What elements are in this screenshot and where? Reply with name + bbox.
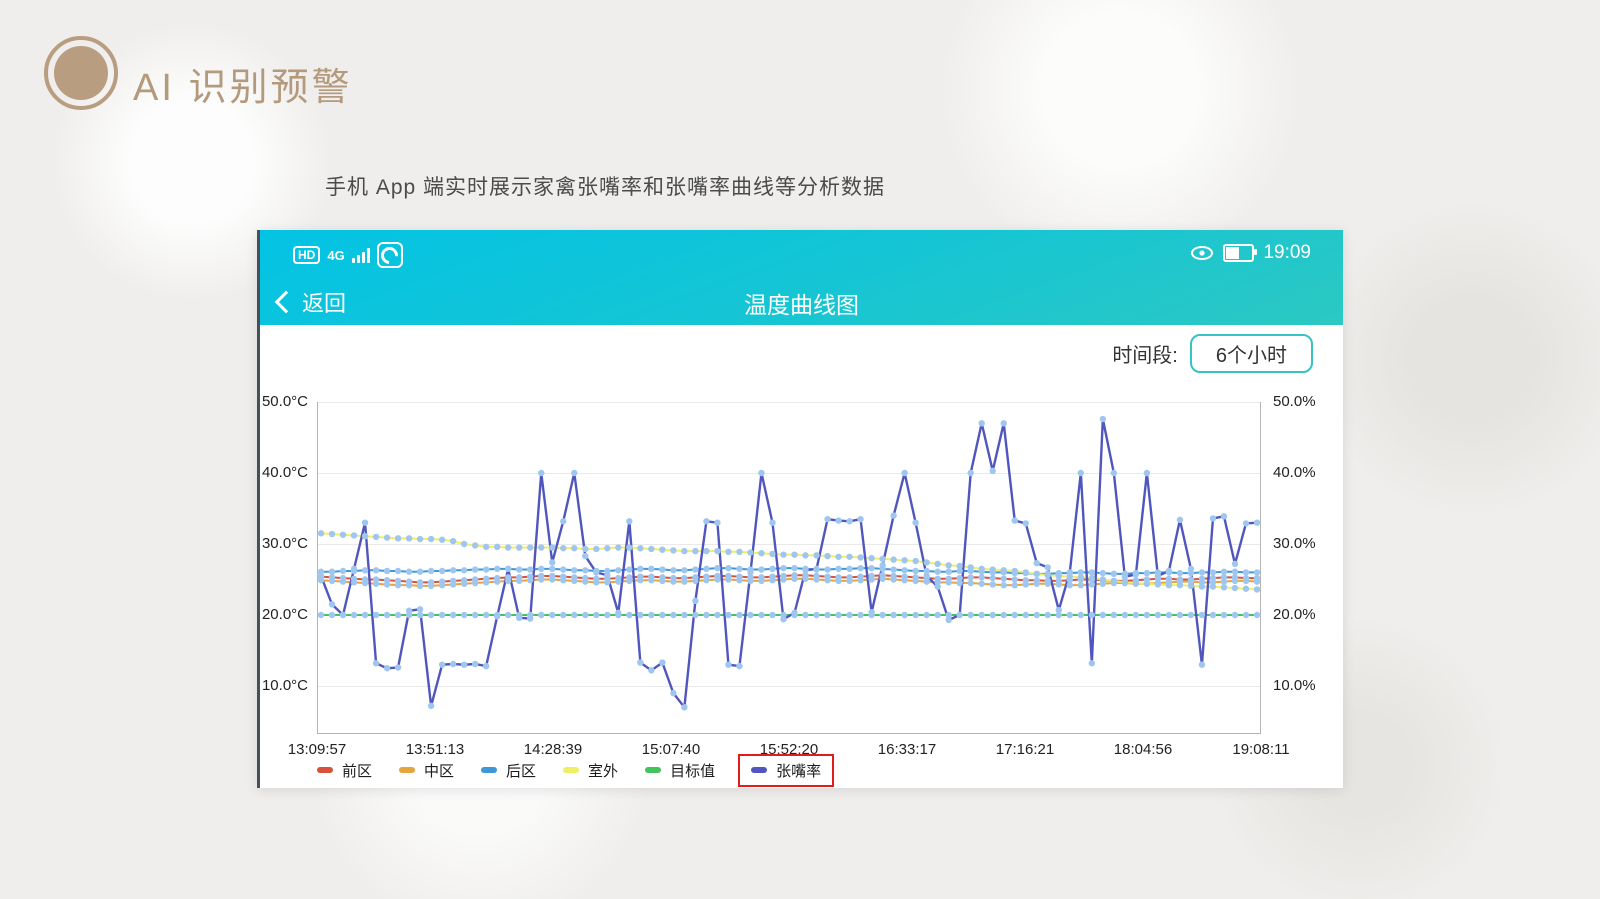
y-left-tick: 10.0°C	[262, 677, 308, 694]
status-left-icons: HD 4G	[293, 242, 403, 268]
y-left-tick: 30.0°C	[262, 535, 308, 552]
legend-item-室外[interactable]: 室外	[563, 760, 618, 781]
legend-swatch-icon	[317, 767, 333, 773]
y-right-tick: 50.0%	[1273, 393, 1316, 410]
app-swirl-icon	[377, 242, 403, 268]
legend-label: 中区	[424, 760, 454, 781]
legend-label: 张嘴率	[776, 760, 821, 781]
legend-swatch-icon	[563, 767, 579, 773]
x-axis-tick: 16:33:17	[878, 741, 936, 758]
time-period-select[interactable]: 6个小时	[1190, 334, 1313, 373]
legend-item-后区[interactable]: 后区	[481, 760, 536, 781]
y-right-tick: 30.0%	[1273, 535, 1316, 552]
status-right-icons: 19:09	[1190, 242, 1311, 264]
phone-header: HD 4G 19:09 返回	[260, 230, 1343, 325]
legend-item-中区[interactable]: 中区	[399, 760, 454, 781]
network-4g-label: 4G	[327, 249, 344, 262]
legend-label: 前区	[342, 760, 372, 781]
y-right-tick: 20.0%	[1273, 606, 1316, 623]
eye-icon	[1190, 245, 1214, 261]
page-title: 温度曲线图	[260, 286, 1343, 320]
x-axis-tick: 17:16:21	[996, 741, 1054, 758]
legend-swatch-icon	[751, 767, 767, 773]
time-period-label: 时间段:	[1112, 339, 1178, 368]
y-axis-right-labels: 50.0%40.0%30.0%20.0%10.0%	[1273, 402, 1333, 734]
y-axis-left-labels: 50.0°C40.0°C30.0°C20.0°C10.0°C	[260, 402, 312, 734]
chart-plot	[317, 402, 1261, 734]
legend-item-目标值[interactable]: 目标值	[645, 760, 715, 781]
y-right-tick: 40.0%	[1273, 464, 1316, 481]
legend-label: 室外	[588, 760, 618, 781]
status-time: 19:09	[1263, 242, 1311, 264]
y-left-tick: 20.0°C	[262, 606, 308, 623]
legend-label: 目标值	[670, 760, 715, 781]
legend-swatch-icon	[481, 767, 497, 773]
y-left-tick: 40.0°C	[262, 464, 308, 481]
battery-icon	[1223, 244, 1254, 262]
slide-title: AI 识别预警	[133, 56, 352, 111]
slide-caption: 手机 App 端实时展示家禽张嘴率和张嘴率曲线等分析数据	[325, 171, 885, 201]
legend-label: 后区	[506, 760, 536, 781]
legend-swatch-icon	[399, 767, 415, 773]
chart-legend: 前区 中区 后区 室外 目标值 张嘴率	[317, 754, 830, 786]
y-left-tick: 50.0°C	[262, 393, 308, 410]
x-axis-tick: 19:08:11	[1232, 741, 1289, 758]
legend-item-张嘴率[interactable]: 张嘴率	[738, 754, 834, 787]
time-period-row: 时间段: 6个小时	[1112, 334, 1313, 373]
legend-item-前区[interactable]: 前区	[317, 760, 372, 781]
logo-circle-icon	[54, 46, 108, 100]
y-right-tick: 10.0%	[1273, 677, 1316, 694]
nav-bar: 返回 温度曲线图	[260, 282, 1343, 322]
signal-bars-icon	[352, 248, 370, 263]
status-bar: HD 4G 19:09	[260, 242, 1343, 268]
legend-swatch-icon	[645, 767, 661, 773]
hd-icon: HD	[293, 246, 320, 264]
x-axis-tick: 18:04:56	[1114, 741, 1172, 758]
phone-screenshot-panel: HD 4G 19:09 返回	[257, 230, 1343, 788]
company-logo	[44, 36, 118, 110]
